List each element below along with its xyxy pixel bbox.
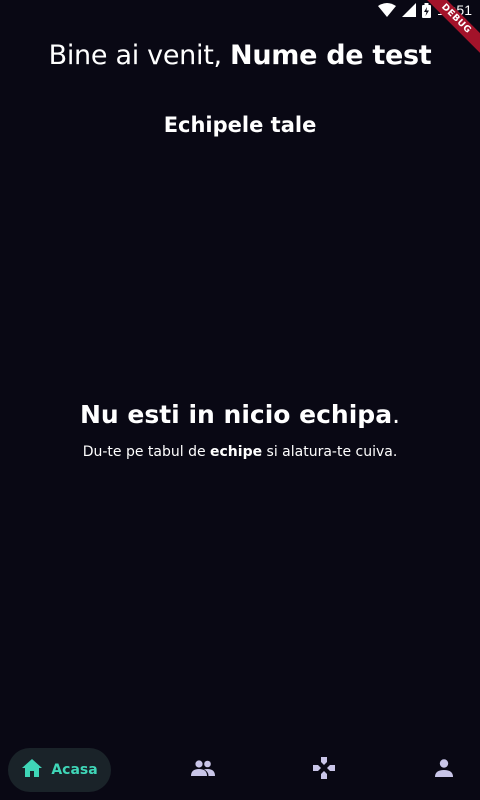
wifi-icon <box>377 3 396 17</box>
teams-section-title: Echipele tale <box>163 113 317 137</box>
battery-icon <box>421 2 431 18</box>
person-icon <box>435 759 453 781</box>
greeting-text: Bine ai venit, <box>48 40 231 71</box>
empty-subtitle: Du-te pe tabul de echipe si alatura-te c… <box>0 444 480 460</box>
status-icons: 18:51 <box>377 2 472 18</box>
empty-sub-after: si alatura-te cuiva. <box>262 444 398 460</box>
welcome-heading: Bine ai venit, Nume de test <box>0 40 480 71</box>
empty-sub-before: Du-te pe tabul de <box>82 444 211 460</box>
home-icon <box>21 758 43 782</box>
status-bar: 18:51 <box>0 0 480 24</box>
nav-item-home-label: Acasa <box>51 762 98 778</box>
gamepad-icon <box>313 757 335 783</box>
status-time: 18:51 <box>436 2 472 18</box>
empty-title-bold: Nu esti in nicio echipa <box>79 400 393 429</box>
nav-item-home[interactable]: Acasa <box>8 748 111 792</box>
bottom-navigation: Acasa <box>0 740 480 800</box>
user-name: Nume de test <box>230 40 432 71</box>
people-icon <box>191 760 215 780</box>
nav-item-games[interactable] <box>301 748 347 792</box>
nav-item-teams[interactable] <box>180 748 226 792</box>
empty-teams-message: Nu esti in nicio echipa. Du-te pe tabul … <box>0 398 480 460</box>
empty-sub-bold: echipe <box>210 444 263 460</box>
empty-title-suffix: . <box>392 400 401 429</box>
signal-icon <box>401 3 416 17</box>
empty-title: Nu esti in nicio echipa. <box>0 398 480 432</box>
nav-item-profile[interactable] <box>421 748 467 792</box>
